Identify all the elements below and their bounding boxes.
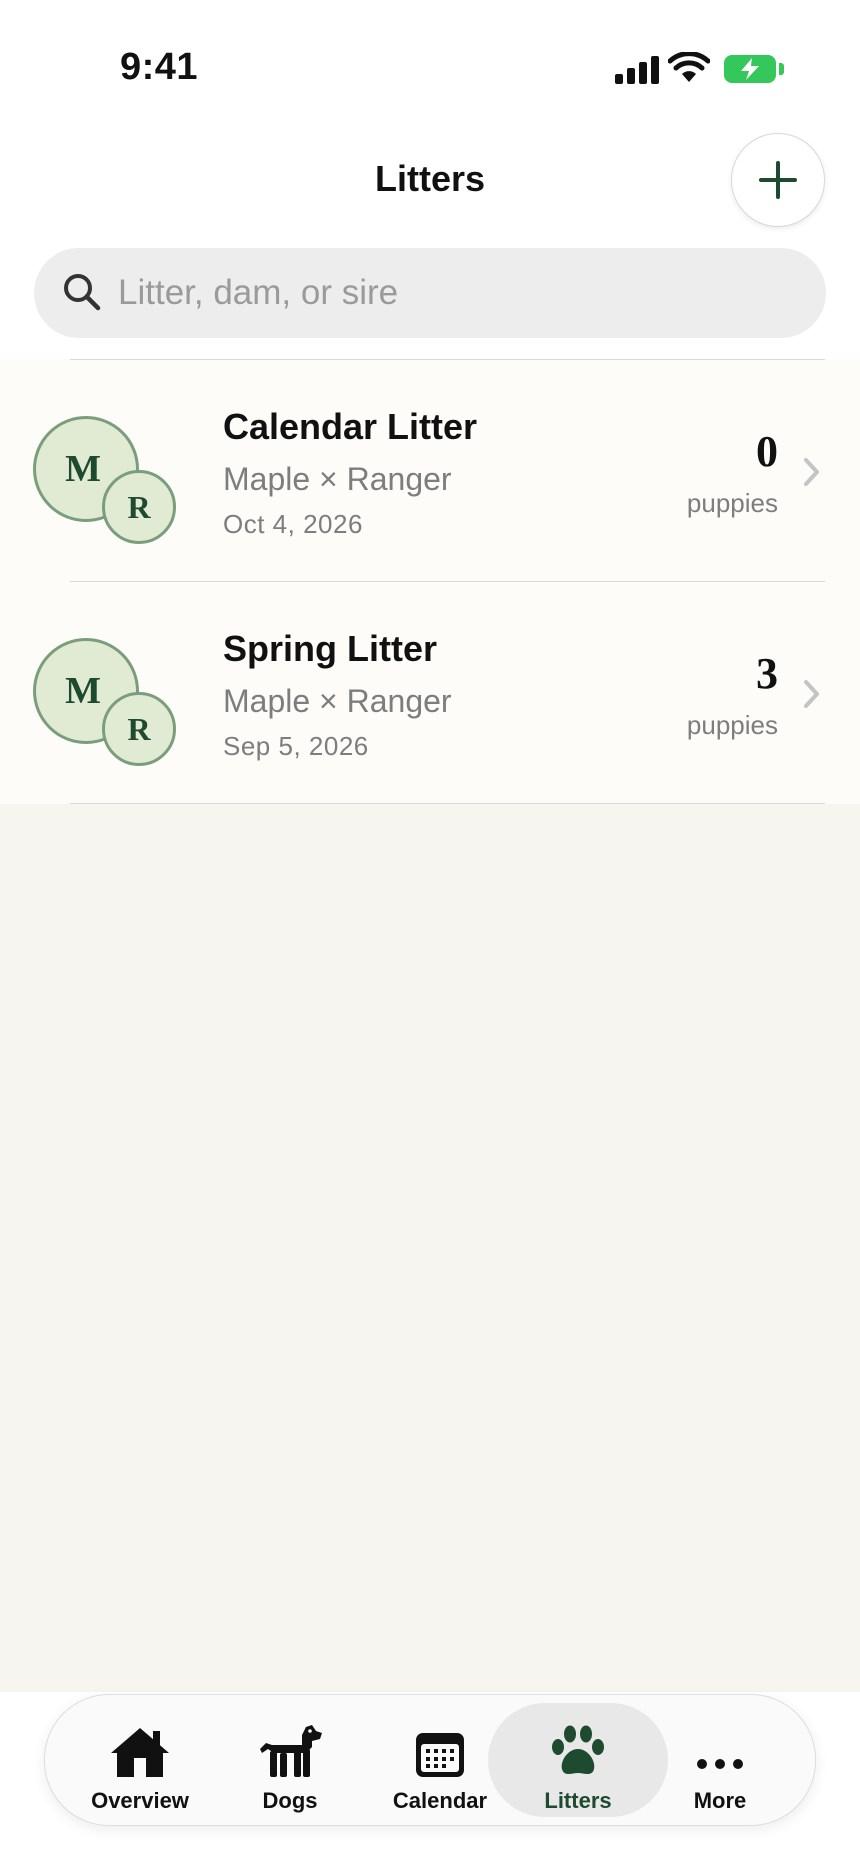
litter-date: Oct 4, 2026 — [223, 509, 363, 539]
tab-more[interactable]: More — [675, 1695, 765, 1825]
puppy-count-label: puppies — [686, 710, 778, 740]
litter-parents: Maple × Ranger — [223, 683, 452, 719]
chevron-right-icon — [804, 458, 819, 486]
litter-name: Calendar Litter — [223, 406, 478, 447]
tab-label: Calendar — [392, 1788, 488, 1813]
plus-icon — [759, 161, 797, 199]
tab-label: More — [693, 1788, 747, 1813]
cellular-signal-icon — [615, 56, 659, 84]
litter-date: Sep 5, 2026 — [223, 731, 369, 761]
tab-calendar[interactable]: Calendar — [380, 1695, 500, 1825]
search-input[interactable] — [118, 248, 808, 338]
wifi-icon — [668, 52, 710, 82]
puppy-count: 3 — [756, 649, 778, 698]
list-divider — [70, 803, 825, 804]
sire-avatar: R — [102, 692, 176, 766]
litter-name: Spring Litter — [223, 628, 437, 669]
puppy-count-label: puppies — [686, 488, 778, 518]
tab-label: Dogs — [262, 1788, 318, 1813]
litter-row[interactable]: M R Calendar Litter Maple × Ranger Oct 4… — [0, 360, 860, 581]
litter-row[interactable]: M R Spring Litter Maple × Ranger Sep 5, … — [0, 582, 860, 803]
search-bar[interactable] — [34, 248, 826, 338]
add-litter-button[interactable] — [731, 133, 825, 227]
calendar-icon — [416, 1733, 464, 1777]
paw-icon — [552, 1725, 604, 1774]
puppy-count: 0 — [756, 427, 778, 476]
battery-icon — [724, 55, 776, 83]
tab-bar: Overview Dogs Calendar Litters More — [44, 1694, 816, 1826]
tab-label: Litters — [544, 1788, 612, 1813]
sire-avatar: R — [102, 470, 176, 544]
tab-overview[interactable]: Overview — [85, 1695, 195, 1825]
tab-dogs[interactable]: Dogs — [235, 1695, 345, 1825]
litter-parents: Maple × Ranger — [223, 461, 452, 497]
house-icon — [111, 1728, 169, 1777]
tab-label: Overview — [91, 1788, 189, 1813]
dog-icon — [260, 1725, 322, 1777]
search-icon — [64, 274, 101, 311]
battery-cap — [779, 63, 784, 75]
chevron-right-icon — [804, 680, 819, 708]
ellipsis-icon — [697, 1759, 743, 1769]
litter-list: M R Calendar Litter Maple × Ranger Oct 4… — [0, 359, 860, 804]
status-time: 9:41 — [120, 46, 199, 88]
tab-litters[interactable]: Litters — [488, 1703, 668, 1817]
